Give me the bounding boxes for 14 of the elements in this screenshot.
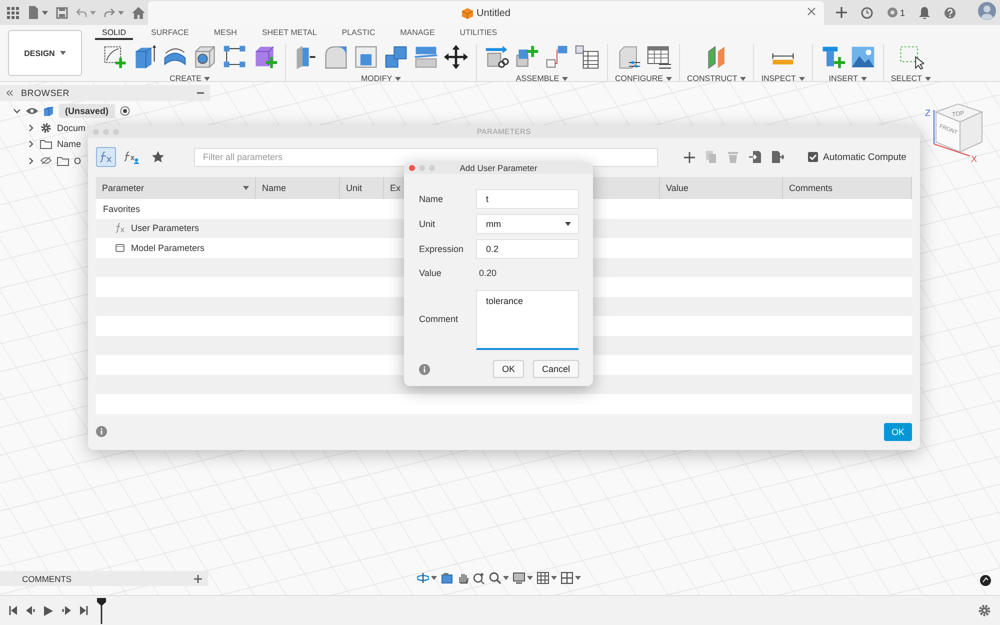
row-label: Model Parameters <box>131 242 205 253</box>
axis-label: X <box>971 154 978 164</box>
row-label: User Parameters <box>131 223 200 234</box>
field-label: Unit <box>419 219 436 229</box>
panel-title: COMMENTS <box>22 574 72 584</box>
panel-title: BROWSER <box>21 88 71 98</box>
field-label: Expression <box>419 244 465 254</box>
axis-label: Z <box>925 108 930 118</box>
value-text: 0.20 <box>478 267 498 280</box>
field-label: Value <box>419 268 442 278</box>
field-label: Name <box>419 194 444 204</box>
row-label: Favorites <box>103 204 140 214</box>
checkbox-label: Automatic Compute <box>823 152 906 162</box>
field-label: Comment <box>419 314 460 324</box>
